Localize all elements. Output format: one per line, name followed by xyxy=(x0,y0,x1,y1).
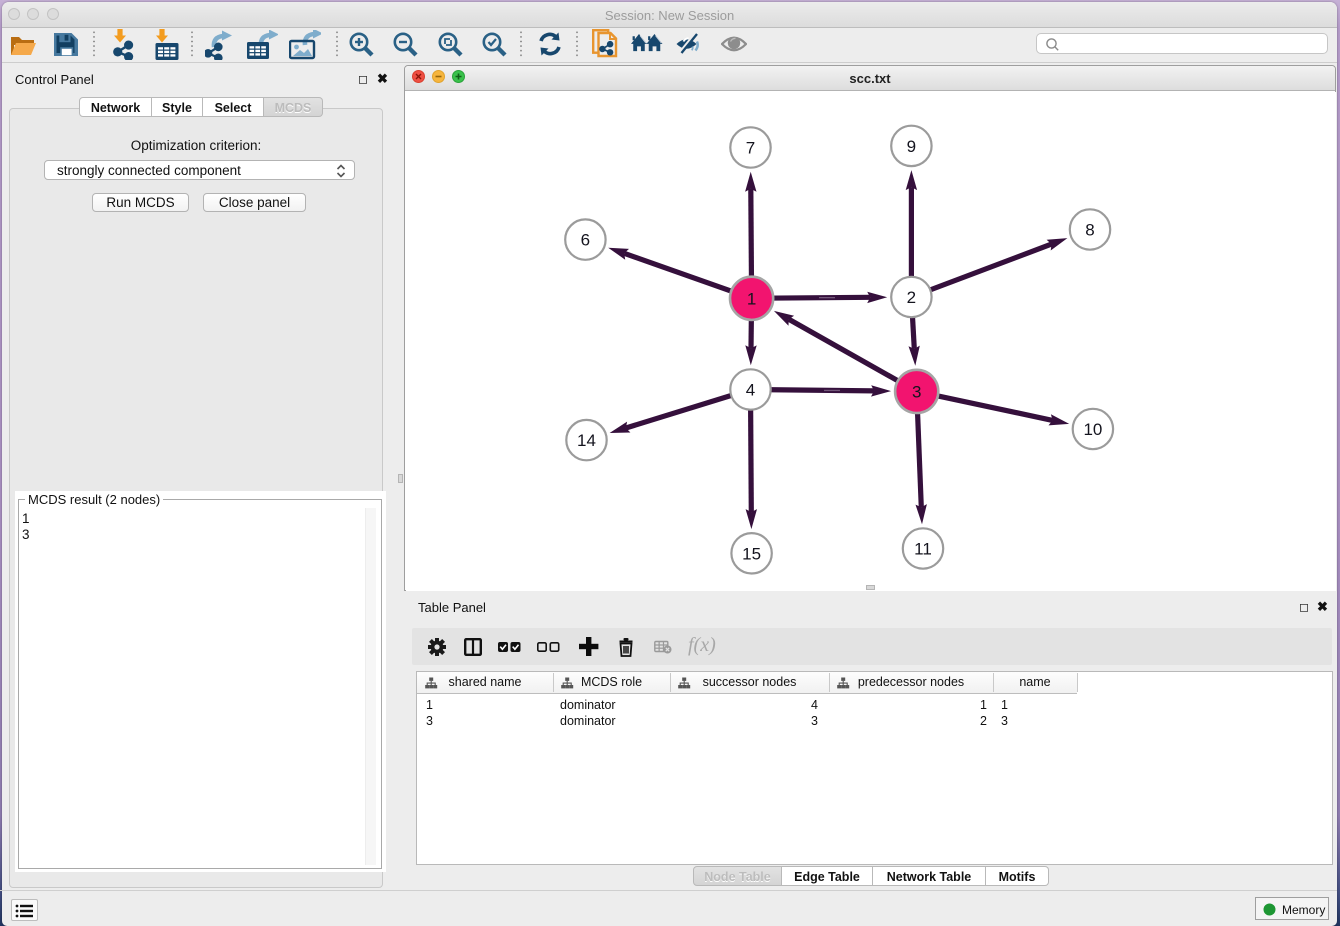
svg-text:6: 6 xyxy=(581,231,590,250)
svg-text:15: 15 xyxy=(742,544,761,563)
svg-text:4: 4 xyxy=(746,381,755,400)
svg-text:2: 2 xyxy=(907,288,916,307)
svg-text:11: 11 xyxy=(914,540,932,559)
svg-text:7: 7 xyxy=(746,139,755,158)
svg-text:8: 8 xyxy=(1085,221,1094,240)
svg-text:3: 3 xyxy=(912,382,921,401)
svg-text:10: 10 xyxy=(1083,420,1102,439)
svg-text:9: 9 xyxy=(907,137,916,156)
svg-text:1: 1 xyxy=(747,289,756,308)
svg-text:14: 14 xyxy=(577,431,596,450)
